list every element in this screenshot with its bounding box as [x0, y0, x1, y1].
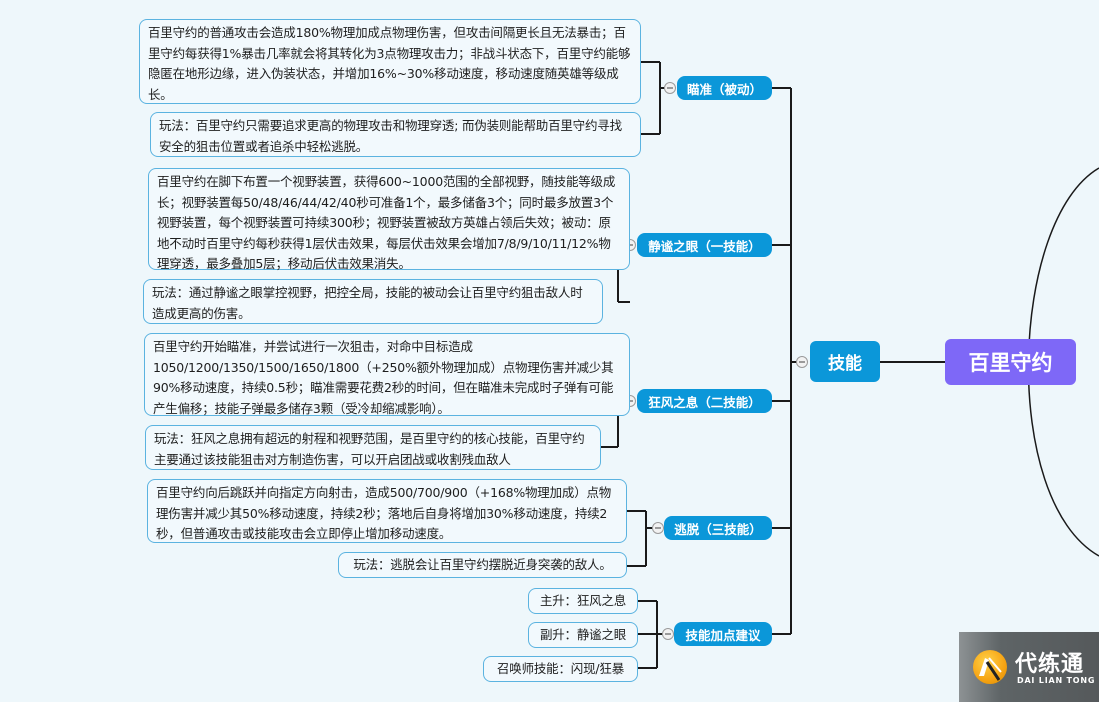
logo-emblem-icon: [973, 650, 1007, 684]
branch-passive-aim[interactable]: 瞄准（被动）: [677, 76, 772, 100]
branch-skill-1[interactable]: 静谧之眼（一技能）: [637, 233, 772, 257]
branch-skill-3[interactable]: 逃脱（三技能）: [664, 516, 772, 540]
leaf-text: 副升：静谧之眼: [539, 627, 627, 642]
main-topic-label: 技能: [828, 354, 862, 374]
branch-label: 逃脱（三技能）: [674, 521, 762, 537]
leaf-build-summoner: 召唤师技能：闪现/狂暴: [483, 656, 638, 682]
leaf-text: 玩法：狂风之息拥有超远的射程和视野范围，是百里守约的核心技能，百里守约主要通过该…: [154, 431, 585, 467]
logo-name-cn: 代练通: [1015, 652, 1085, 677]
branch-skill-2[interactable]: 狂风之息（二技能）: [637, 389, 772, 413]
leaf-build-primary: 主升：狂风之息: [528, 588, 638, 614]
leaf-text: 玩法：百里守约只需要追求更高的物理攻击和物理穿透; 而伪装则能帮助百里守约寻找安…: [159, 118, 622, 154]
leaf-skill-3-tips: 玩法：逃脱会让百里守约摆脱近身突袭的敌人。: [338, 552, 627, 578]
collapse-toggle-branch-5[interactable]: [662, 628, 674, 640]
collapse-toggle-main[interactable]: [796, 356, 808, 368]
branch-label: 狂风之息（二技能）: [648, 394, 761, 410]
main-topic-skills[interactable]: 技能: [810, 341, 880, 382]
branch-label: 瞄准（被动）: [686, 81, 762, 97]
root-node[interactable]: 百里守约: [945, 339, 1076, 385]
branch-skill-build[interactable]: 技能加点建议: [674, 622, 772, 646]
leaf-skill-1-description: 百里守约在脚下布置一个视野装置，获得600~1000范围的全部视野，随技能等级成…: [148, 168, 630, 271]
watermark-logo: 代练通 DAI LIAN TONG: [959, 632, 1099, 702]
leaf-passive-description: 百里守约的普通攻击会造成180%物理加成点物理伤害，但攻击间隔更长且无法暴击；百…: [139, 19, 641, 104]
leaf-skill-2-description: 百里守约开始瞄准，并尝试进行一次狙击，对命中目标造成1050/1200/1350…: [144, 333, 630, 416]
collapse-toggle-branch-1[interactable]: [664, 82, 676, 94]
leaf-text: 玩法：通过静谧之眼掌控视野，把控全局，技能的被动会让百里守约狙击敌人时造成更高的…: [152, 285, 583, 321]
leaf-text: 玩法：逃脱会让百里守约摆脱近身突袭的敌人。: [353, 557, 612, 572]
leaf-skill-2-tips: 玩法：狂风之息拥有超远的射程和视野范围，是百里守约的核心技能，百里守约主要通过该…: [145, 425, 601, 470]
mindmap-canvas: 百里守约 技能 瞄准（被动） 百里守约的普通攻击会造成180%物理加成点物理伤害…: [0, 0, 1099, 702]
leaf-text: 百里守约的普通攻击会造成180%物理加成点物理伤害，但攻击间隔更长且无法暴击；百…: [148, 25, 631, 102]
leaf-build-secondary: 副升：静谧之眼: [528, 622, 638, 648]
branch-label: 静谧之眼（一技能）: [648, 238, 761, 254]
leaf-text: 召唤师技能：闪现/狂暴: [496, 661, 624, 676]
leaf-text: 百里守约在脚下布置一个视野装置，获得600~1000范围的全部视野，随技能等级成…: [157, 174, 616, 271]
logo-name-en: DAI LIAN TONG: [1017, 676, 1096, 685]
leaf-text: 百里守约向后跳跃并向指定方向射击，造成500/700/900（+168%物理加成…: [156, 485, 612, 541]
leaf-text: 主升：狂风之息: [539, 593, 627, 608]
leaf-passive-tips: 玩法：百里守约只需要追求更高的物理攻击和物理穿透; 而伪装则能帮助百里守约寻找安…: [150, 112, 641, 157]
branch-label: 技能加点建议: [685, 627, 761, 643]
leaf-skill-1-tips: 玩法：通过静谧之眼掌控视野，把控全局，技能的被动会让百里守约狙击敌人时造成更高的…: [143, 279, 603, 324]
leaf-text: 百里守约开始瞄准，并尝试进行一次狙击，对命中目标造成1050/1200/1350…: [153, 339, 614, 416]
leaf-skill-3-description: 百里守约向后跳跃并向指定方向射击，造成500/700/900（+168%物理加成…: [147, 479, 627, 543]
root-label: 百里守约: [968, 351, 1053, 375]
collapse-toggle-branch-4[interactable]: [652, 522, 664, 534]
